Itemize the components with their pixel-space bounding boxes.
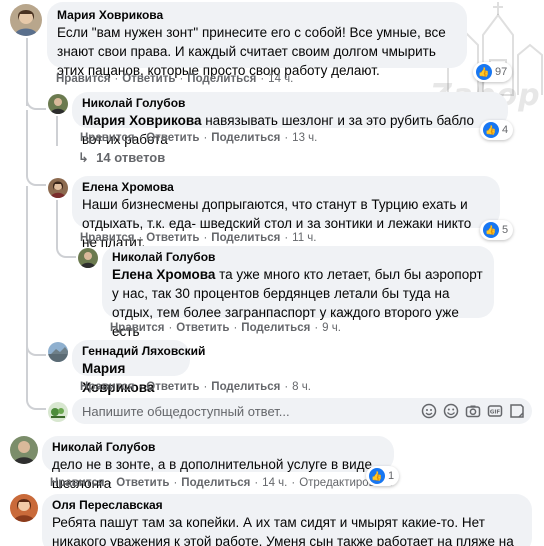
like-icon: 👍 bbox=[369, 468, 385, 484]
reaction-count[interactable]: 👍 1 bbox=[366, 466, 400, 486]
thread-line bbox=[26, 186, 28, 356]
share-button[interactable]: Поделиться bbox=[211, 132, 280, 144]
view-replies-link[interactable]: ↳ 14 ответов bbox=[78, 150, 165, 166]
comment-author[interactable]: Николай Голубов bbox=[52, 440, 384, 455]
thread-line bbox=[56, 116, 58, 146]
reply-button[interactable]: Ответить bbox=[146, 381, 199, 393]
like-button[interactable]: Нравится bbox=[56, 73, 110, 85]
thread-line bbox=[26, 170, 46, 186]
comment-author[interactable]: Николай Голубов bbox=[112, 250, 484, 265]
share-button[interactable]: Поделиться bbox=[187, 73, 256, 85]
comment-bubble: Николай Голубов Елена Хромова та уже мно… bbox=[102, 246, 494, 339]
like-button[interactable]: Нравится bbox=[110, 322, 164, 334]
comment-actions: Нравится · Ответить · Поделиться · 9 ч. bbox=[110, 322, 341, 334]
reaction-count[interactable]: 👍 5 bbox=[480, 220, 514, 240]
avatar[interactable] bbox=[10, 4, 42, 36]
comment-bubble: Николай Голубов дело не в зонте, а в доп… bbox=[42, 436, 394, 491]
thread-line bbox=[56, 200, 76, 258]
comment-author[interactable]: Елена Хромова bbox=[82, 180, 490, 195]
like-button[interactable]: Нравится bbox=[80, 381, 134, 393]
like-button[interactable]: Нравится bbox=[80, 132, 134, 144]
sticker-icon[interactable] bbox=[420, 402, 438, 420]
reaction-count[interactable]: 👍 97 bbox=[473, 62, 513, 82]
comment-bubble: Геннадий Ляховский Мария Ховрикова bbox=[72, 340, 205, 395]
like-button[interactable]: Нравится bbox=[80, 232, 134, 244]
like-icon: 👍 bbox=[483, 222, 499, 238]
share-button[interactable]: Поделиться bbox=[211, 232, 280, 244]
comment-author[interactable]: Оля Переславская bbox=[52, 498, 522, 513]
timestamp[interactable]: 8 ч. bbox=[292, 381, 311, 393]
like-icon: 👍 bbox=[483, 122, 499, 138]
current-user-avatar bbox=[48, 402, 68, 422]
share-button[interactable]: Поделиться bbox=[181, 477, 250, 489]
comment-text: Ребята пашут там за копейки. А их там си… bbox=[52, 515, 514, 546]
reply-button[interactable]: Ответить bbox=[146, 132, 199, 144]
avatar[interactable] bbox=[78, 248, 98, 268]
timestamp[interactable]: 9 ч. bbox=[322, 322, 341, 334]
comment-author[interactable]: Геннадий Ляховский bbox=[82, 344, 205, 359]
comment-actions: Нравится · Ответить · Поделиться · 11 ч. bbox=[80, 232, 317, 244]
camera-icon[interactable] bbox=[464, 402, 482, 420]
comment-author[interactable]: Николай Голубов bbox=[82, 96, 498, 111]
thread-line bbox=[26, 356, 46, 410]
sticker-alt-icon[interactable] bbox=[508, 402, 526, 420]
timestamp[interactable]: 13 ч. bbox=[292, 132, 317, 144]
thread-line bbox=[26, 110, 28, 170]
comment-bubble: Елена Хромова Наши бизнесмены допрыгаютс… bbox=[72, 176, 500, 250]
share-button[interactable]: Поделиться bbox=[211, 381, 280, 393]
reply-button[interactable]: Ответить bbox=[146, 232, 199, 244]
like-button[interactable]: Нравится bbox=[50, 477, 104, 489]
svg-text:GIF: GIF bbox=[490, 410, 501, 416]
avatar[interactable] bbox=[10, 436, 38, 464]
share-button[interactable]: Поделиться bbox=[241, 322, 310, 334]
avatar[interactable] bbox=[48, 178, 68, 198]
comment-actions: Нравится · Ответить · Поделиться · 14 ч. · Отред… bbox=[50, 477, 394, 489]
comment-bubble: Николай Голубов Мария Ховрикова навязыва… bbox=[72, 92, 508, 147]
emoji-icon[interactable] bbox=[442, 402, 460, 420]
thread-line bbox=[26, 96, 46, 110]
timestamp[interactable]: 14 ч. bbox=[262, 477, 287, 489]
reply-input-placeholder: Напишите общедоступный ответ... bbox=[82, 404, 290, 419]
reply-button[interactable]: Ответить bbox=[122, 73, 175, 85]
gif-icon[interactable]: GIF bbox=[486, 402, 504, 420]
comment-bubble: Оля Переславская Ребята пашут там за коп… bbox=[42, 494, 532, 546]
timestamp[interactable]: 11 ч. bbox=[292, 232, 316, 244]
avatar[interactable] bbox=[48, 94, 68, 114]
comment-actions: Нравится · Ответить · Поделиться · 14 ч. bbox=[56, 73, 294, 85]
comment-actions: Нравится · Ответить · Поделиться · 8 ч. bbox=[80, 381, 311, 393]
reaction-count[interactable]: 👍 4 bbox=[480, 120, 514, 140]
like-icon: 👍 bbox=[476, 64, 492, 80]
comment-author[interactable]: Мария Ховрикова bbox=[57, 8, 457, 23]
reply-input[interactable]: Напишите общедоступный ответ... GIF bbox=[72, 398, 532, 424]
thread-line bbox=[26, 340, 46, 356]
reply-arrow-icon: ↳ bbox=[78, 150, 89, 165]
timestamp[interactable]: 14 ч. bbox=[268, 73, 293, 85]
reply-button[interactable]: Ответить bbox=[116, 477, 169, 489]
avatar[interactable] bbox=[48, 342, 68, 362]
reply-button[interactable]: Ответить bbox=[176, 322, 229, 334]
mention-link[interactable]: Елена Хромова bbox=[112, 267, 215, 282]
comment-actions: Нравится · Ответить · Поделиться · 13 ч. bbox=[80, 132, 318, 144]
avatar[interactable] bbox=[10, 494, 38, 522]
comment-bubble: Мария Ховрикова Если "вам нужен зонт" пр… bbox=[47, 2, 467, 78]
mention-link[interactable]: Мария Ховрикова bbox=[82, 113, 201, 128]
